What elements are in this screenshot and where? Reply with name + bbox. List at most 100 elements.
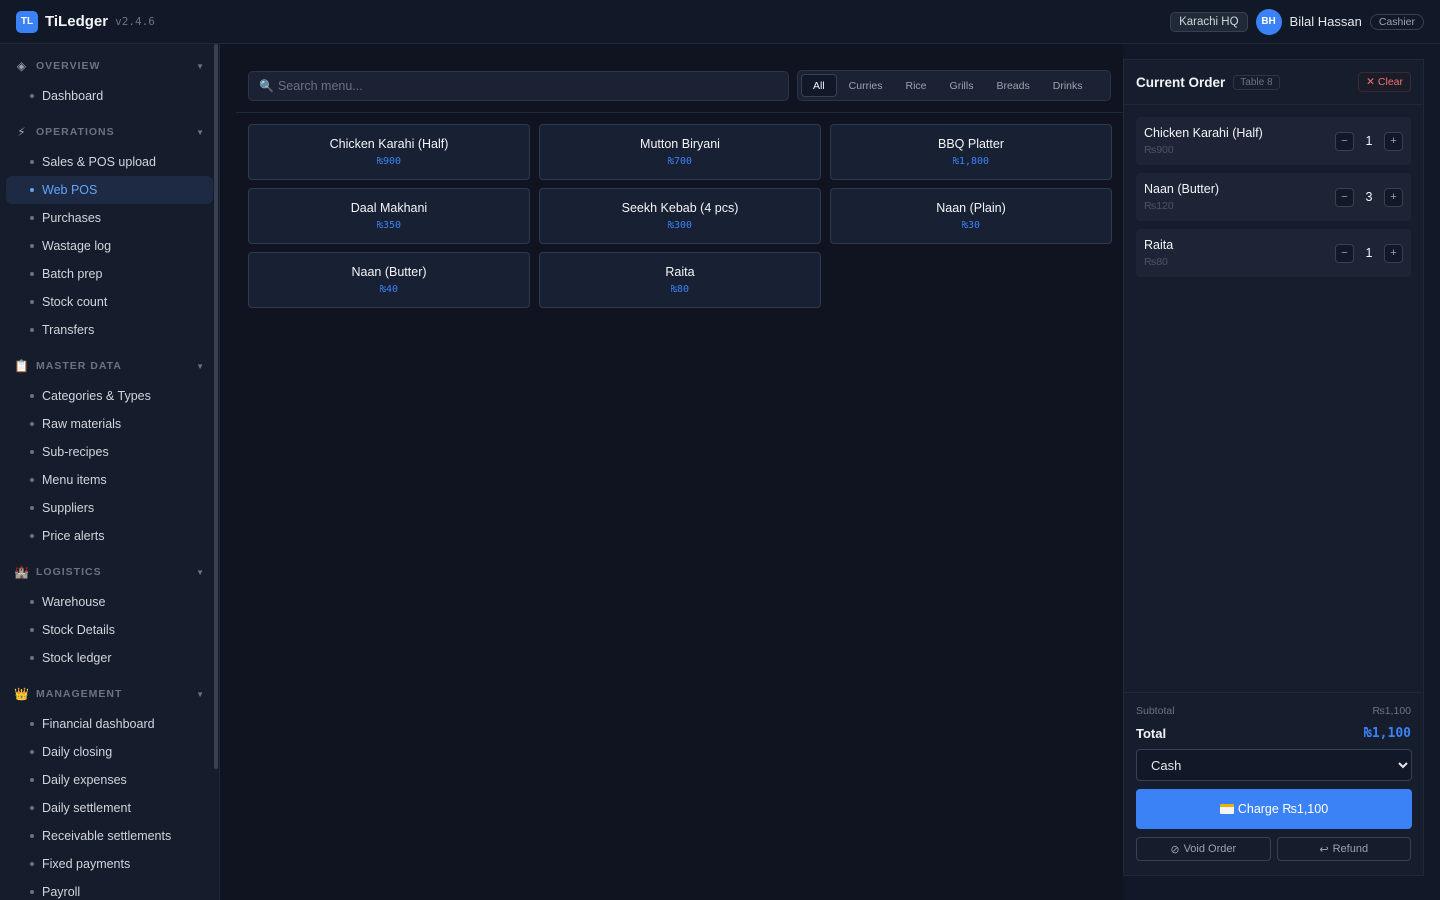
sidebar-item[interactable]: Sub-recipes: [6, 438, 213, 466]
menu-item-card[interactable]: Chicken Karahi (Half) ₨900: [248, 124, 530, 180]
sidebar-item-label: Daily settlement: [42, 801, 131, 815]
tab-category[interactable]: Rice: [895, 74, 938, 97]
quantity-value: 3: [1365, 190, 1373, 204]
sidebar-item[interactable]: Fixed payments: [6, 850, 213, 878]
chevron-down-icon[interactable]: ▼: [196, 128, 205, 137]
order-header: Current Order Table 8 ✕ Clear: [1124, 60, 1423, 105]
location-selector[interactable]: Karachi HQ: [1170, 11, 1248, 32]
tab-category[interactable]: All: [801, 74, 837, 97]
menu-item-card[interactable]: Raita ₨80: [539, 252, 821, 308]
quantity-value: 1: [1365, 246, 1373, 260]
app-logo[interactable]: TL: [16, 10, 38, 33]
order-item-price: ₨80: [1144, 256, 1168, 268]
tab-category[interactable]: Grills: [939, 74, 985, 97]
avatar[interactable]: BH: [1255, 8, 1282, 35]
bullet-icon: [30, 862, 34, 866]
menu-item-card[interactable]: Seekh Kebab (4 pcs) ₨300: [539, 188, 821, 244]
sidebar-item[interactable]: Stock ledger: [6, 644, 213, 672]
total-label: Total: [1136, 726, 1167, 741]
order-item-name: Chicken Karahi (Half): [1144, 126, 1263, 140]
sidebar-item[interactable]: Batch prep: [6, 260, 213, 288]
tab-category[interactable]: Breads: [985, 74, 1040, 97]
sidebar-item[interactable]: Raw materials: [6, 410, 213, 438]
sidebar-item[interactable]: Categories & Types: [6, 382, 213, 410]
section-header[interactable]: 🏰 LOGISTICS ▼: [6, 556, 213, 588]
bullet-icon: [30, 394, 34, 398]
sidebar-item-label: Suppliers: [42, 501, 95, 515]
bullet-icon: [30, 216, 34, 220]
menu-item-card[interactable]: Naan (Butter) ₨40: [248, 252, 530, 308]
subtotal-label: Subtotal: [1136, 705, 1175, 717]
sidebar-item[interactable]: Web POS: [6, 176, 213, 204]
charge-button[interactable]: Charge ₨1,100: [1136, 789, 1412, 829]
menu-item-price: ₨700: [667, 156, 693, 167]
refund-button[interactable]: ↩ Refund: [1276, 837, 1411, 861]
menu-item-name: Seekh Kebab (4 pcs): [621, 201, 739, 215]
sidebar-item[interactable]: Payroll: [6, 878, 213, 900]
sidebar-item[interactable]: Daily settlement: [6, 794, 213, 822]
sidebar-item[interactable]: Stock Details: [6, 616, 213, 644]
order-item-name: Naan (Butter): [1144, 182, 1220, 196]
menu-panel: 🔍 AllCurriesRiceGrillsBreadsDrinks Chick…: [220, 44, 1123, 900]
castle-icon: 🏰: [14, 565, 30, 579]
sidebar-item[interactable]: Menu items: [6, 466, 213, 494]
sidebar-scrollbar[interactable]: [214, 44, 218, 769]
chevron-down-icon[interactable]: ▼: [196, 690, 205, 699]
menu-item-card[interactable]: BBQ Platter ₨1,800: [830, 124, 1112, 180]
tab-category[interactable]: Drinks: [1042, 74, 1094, 97]
plus-icon[interactable]: +: [1384, 131, 1403, 151]
chevron-down-icon[interactable]: ▼: [196, 362, 205, 371]
close-icon: ✕: [1366, 76, 1375, 88]
order-items: Chicken Karahi (Half) ₨900−1 + Naan (Butter…: [1124, 105, 1423, 277]
chevron-down-icon[interactable]: ▼: [196, 568, 205, 577]
sidebar-item[interactable]: Warehouse: [6, 588, 213, 616]
menu-item-name: Chicken Karahi (Half): [329, 137, 449, 151]
order-line-item: Naan (Butter) ₨120 −3 +: [1136, 173, 1411, 221]
sidebar-item[interactable]: Wastage log: [6, 232, 213, 260]
tab-category[interactable]: Curries: [838, 74, 894, 97]
sidebar-item[interactable]: Purchases: [6, 204, 213, 232]
sidebar-item[interactable]: Daily expenses: [6, 766, 213, 794]
sidebar-item-label: Daily closing: [42, 745, 113, 759]
sidebar-item[interactable]: Financial dashboard: [6, 710, 213, 738]
minus-icon[interactable]: −: [1335, 187, 1354, 207]
void-order-button[interactable]: ⊘ Void Order: [1136, 837, 1271, 861]
sidebar-item-label: Batch prep: [42, 267, 103, 281]
secondary-actions: ⊘ Void Order ↩ Refund: [1136, 837, 1411, 861]
sidebar-item[interactable]: Price alerts: [6, 522, 213, 550]
clear-button[interactable]: ✕ Clear: [1358, 72, 1411, 92]
section-title: MANAGEMENT: [36, 688, 123, 700]
total-row: Total ₨1,100: [1136, 726, 1411, 741]
sidebar-item-label: Dashboard: [42, 89, 104, 103]
sidebar-item[interactable]: Receivable settlements: [6, 822, 213, 850]
section-header[interactable]: ◈ OVERVIEW ▼: [6, 50, 213, 82]
menu-item-card[interactable]: Naan (Plain) ₨30: [830, 188, 1112, 244]
order-item-price: ₨120: [1144, 200, 1174, 212]
chevron-down-icon[interactable]: ▼: [196, 62, 205, 71]
menu-item-card[interactable]: Daal Makhani ₨350: [248, 188, 530, 244]
section-header[interactable]: 📋 MASTER DATA ▼: [6, 350, 213, 382]
sidebar-item-label: Transfers: [42, 323, 95, 337]
minus-icon[interactable]: −: [1335, 243, 1354, 263]
minus-icon[interactable]: −: [1335, 131, 1354, 151]
top-header: TL TiLedger v2.4.6 Karachi HQ BH Bilal H…: [0, 0, 1440, 44]
menu-item-card[interactable]: Mutton Biryani ₨700: [539, 124, 821, 180]
lightning-icon: ⚡: [17, 125, 27, 139]
search-input[interactable]: [277, 79, 758, 93]
menu-item-price: ₨900: [376, 156, 402, 167]
menu-item-name: Naan (Butter): [351, 265, 427, 279]
plus-icon[interactable]: +: [1384, 243, 1403, 263]
plus-icon[interactable]: +: [1384, 187, 1403, 207]
sidebar-item[interactable]: Transfers: [6, 316, 213, 344]
sidebar-item[interactable]: Sales & POS upload: [6, 148, 213, 176]
section-header[interactable]: ⚡ OPERATIONS ▼: [6, 116, 213, 148]
sidebar-item[interactable]: Suppliers: [6, 494, 213, 522]
sidebar-item[interactable]: Stock count: [6, 288, 213, 316]
menu-grid: Chicken Karahi (Half) ₨900 Mutton Biryani ₨…: [248, 124, 1112, 308]
payment-method-select[interactable]: Cash: [1136, 749, 1412, 781]
sidebar-item[interactable]: Daily closing: [6, 738, 213, 766]
menu-item-name: BBQ Platter: [938, 137, 1004, 151]
sidebar-item[interactable]: Dashboard: [6, 82, 213, 110]
sidebar-item-label: Web POS: [42, 183, 98, 197]
section-header[interactable]: 👑 MANAGEMENT ▼: [6, 678, 213, 710]
